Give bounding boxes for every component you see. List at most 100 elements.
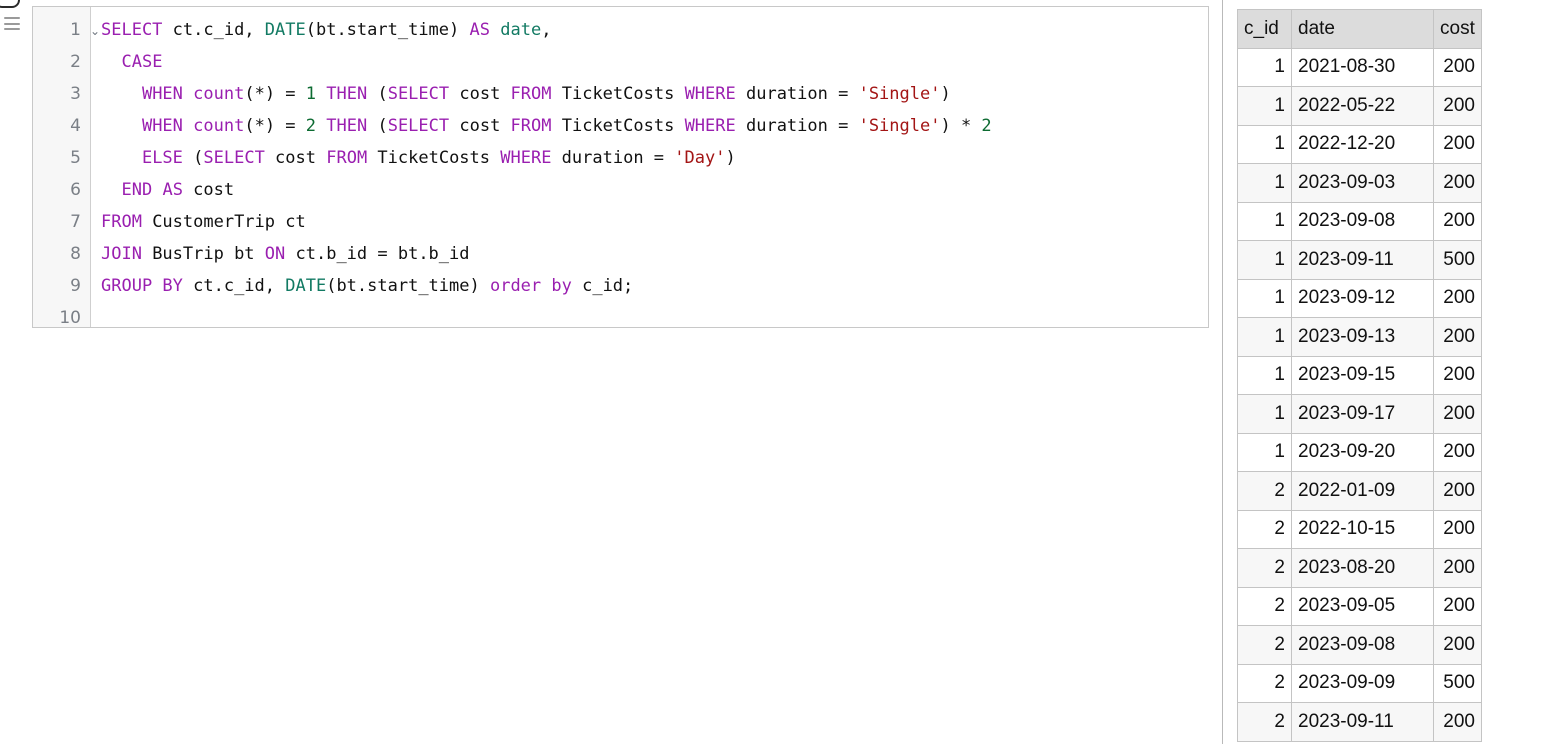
table-row[interactable]: 1 2023-09-08 200 [1237, 201, 1482, 241]
code-line-9[interactable]: GROUP BY ct.c_id, DATE(bt.start_time) or… [101, 270, 1208, 302]
cell-date[interactable]: 2023-09-11 [1291, 702, 1434, 742]
code-token: duration = [735, 84, 859, 104]
column-header-date[interactable]: date [1291, 9, 1434, 49]
cell-cost[interactable]: 200 [1433, 355, 1482, 395]
code-token: duration = [735, 116, 859, 136]
table-row[interactable]: 1 2023-09-17 200 [1237, 394, 1482, 434]
line-number-2: 2 [33, 46, 90, 78]
cell-date[interactable]: 2023-09-09 [1291, 663, 1434, 703]
cell-date[interactable]: 2023-09-17 [1291, 394, 1434, 434]
cell-date[interactable]: 2023-09-15 [1291, 355, 1434, 395]
cell-cost[interactable]: 200 [1433, 47, 1482, 87]
table-row[interactable]: 1 2023-09-12 200 [1237, 278, 1482, 318]
table-row[interactable]: 1 2022-12-20 200 [1237, 124, 1482, 164]
cell-cost[interactable]: 200 [1433, 86, 1482, 126]
column-header-cost[interactable]: cost [1433, 9, 1482, 49]
sql-editor-panel[interactable]: 1 ⌄ 2 3 4 5 6 7 8 9 10 SELECT ct.c_id, DATE(bt.sta… [32, 6, 1209, 328]
cell-c_id[interactable]: 1 [1237, 317, 1292, 357]
cell-c_id[interactable]: 2 [1237, 663, 1292, 703]
code-line-2[interactable]: CASE [101, 46, 1208, 78]
hamburger-icon[interactable] [4, 17, 20, 30]
table-row[interactable]: 1 2023-09-15 200 [1237, 355, 1482, 395]
cell-date[interactable]: 2022-05-22 [1291, 86, 1434, 126]
cell-c_id[interactable]: 2 [1237, 509, 1292, 549]
cell-date[interactable]: 2022-12-20 [1291, 124, 1434, 164]
cell-cost[interactable]: 200 [1433, 432, 1482, 472]
code-line-10[interactable] [101, 302, 1208, 327]
cell-c_id[interactable]: 1 [1237, 355, 1292, 395]
code-token: cost [264, 148, 327, 168]
table-row[interactable]: 2 2023-09-11 200 [1237, 702, 1482, 742]
cell-c_id[interactable]: 1 [1237, 240, 1292, 280]
panel-tab-icon[interactable] [0, 0, 20, 8]
table-row[interactable]: 1 2023-09-13 200 [1237, 317, 1482, 357]
code-line-5[interactable]: ELSE (SELECT cost FROM TicketCosts WHERE… [101, 142, 1208, 174]
code-line-7[interactable]: FROM CustomerTrip ct [101, 206, 1208, 238]
cell-cost[interactable]: 200 [1433, 278, 1482, 318]
cell-c_id[interactable]: 2 [1237, 548, 1292, 588]
cell-date[interactable]: 2023-09-12 [1291, 278, 1434, 318]
cell-cost[interactable]: 200 [1433, 702, 1482, 742]
cell-c_id[interactable]: 1 [1237, 47, 1292, 87]
cell-date[interactable]: 2023-09-11 [1291, 240, 1434, 280]
cell-c_id[interactable]: 1 [1237, 86, 1292, 126]
table-row[interactable]: 2 2023-08-20 200 [1237, 548, 1482, 588]
cell-c_id[interactable]: 1 [1237, 278, 1292, 318]
column-header-c_id[interactable]: c_id [1237, 9, 1292, 49]
query-results-panel[interactable]: c_id date cost 1 2021-08-30 200 1 2022-05-22 20… [1237, 9, 1563, 744]
cell-date[interactable]: 2023-09-05 [1291, 586, 1434, 626]
cell-cost[interactable]: 200 [1433, 201, 1482, 241]
cell-c_id[interactable]: 1 [1237, 124, 1292, 164]
cell-cost[interactable]: 500 [1433, 663, 1482, 703]
editor-code-area[interactable]: SELECT ct.c_id, DATE(bt.start_time) AS d… [91, 7, 1208, 327]
cell-c_id[interactable]: 2 [1237, 586, 1292, 626]
chevron-down-icon[interactable]: ⌄ [90, 14, 100, 46]
cell-cost[interactable]: 200 [1433, 163, 1482, 203]
code-line-8[interactable]: JOIN BusTrip bt ON ct.b_id = bt.b_id [101, 238, 1208, 270]
cell-cost[interactable]: 200 [1433, 548, 1482, 588]
code-token: (bt.start_time) [305, 20, 470, 40]
code-line-1[interactable]: SELECT ct.c_id, DATE(bt.start_time) AS d… [101, 14, 1208, 46]
table-row[interactable]: 1 2023-09-03 200 [1237, 163, 1482, 203]
cell-date[interactable]: 2023-09-13 [1291, 317, 1434, 357]
cell-date[interactable]: 2023-09-20 [1291, 432, 1434, 472]
cell-date[interactable]: 2022-10-15 [1291, 509, 1434, 549]
cell-c_id[interactable]: 2 [1237, 702, 1292, 742]
table-row[interactable]: 2 2023-09-05 200 [1237, 586, 1482, 626]
cell-cost[interactable]: 200 [1433, 509, 1482, 549]
cell-c_id[interactable]: 1 [1237, 432, 1292, 472]
cell-cost[interactable]: 200 [1433, 471, 1482, 511]
table-row[interactable]: 2 2023-09-09 500 [1237, 663, 1482, 703]
table-row[interactable]: 1 2023-09-11 500 [1237, 240, 1482, 280]
cell-date[interactable]: 2023-09-08 [1291, 625, 1434, 665]
code-line-3[interactable]: WHEN count(*) = 1 THEN (SELECT cost FROM… [101, 78, 1208, 110]
table-row[interactable]: 2 2023-09-08 200 [1237, 625, 1482, 665]
cell-c_id[interactable]: 1 [1237, 394, 1292, 434]
code-line-6[interactable]: END AS cost [101, 174, 1208, 206]
cell-c_id[interactable]: 1 [1237, 163, 1292, 203]
cell-cost[interactable]: 500 [1433, 240, 1482, 280]
code-line-4[interactable]: WHEN count(*) = 2 THEN (SELECT cost FROM… [101, 110, 1208, 142]
cell-c_id[interactable]: 2 [1237, 471, 1292, 511]
cell-cost[interactable]: 200 [1433, 625, 1482, 665]
table-row[interactable]: 2 2022-01-09 200 [1237, 471, 1482, 511]
cell-date[interactable]: 2021-08-30 [1291, 47, 1434, 87]
cell-c_id[interactable]: 2 [1237, 625, 1292, 665]
cell-date[interactable]: 2023-08-20 [1291, 548, 1434, 588]
cell-date[interactable]: 2023-09-03 [1291, 163, 1434, 203]
code-token: CASE [121, 52, 163, 72]
cell-cost[interactable]: 200 [1433, 586, 1482, 626]
panel-divider[interactable] [1222, 0, 1223, 744]
cell-date[interactable]: 2022-01-09 [1291, 471, 1434, 511]
cell-cost[interactable]: 200 [1433, 394, 1482, 434]
code-token: ct.b_id = bt.b_id [285, 244, 470, 264]
table-row[interactable]: 1 2023-09-20 200 [1237, 432, 1482, 472]
cell-cost[interactable]: 200 [1433, 317, 1482, 357]
cell-date[interactable]: 2023-09-08 [1291, 201, 1434, 241]
table-row[interactable]: 2 2022-10-15 200 [1237, 509, 1482, 549]
table-row[interactable]: 1 2022-05-22 200 [1237, 86, 1482, 126]
cell-c_id[interactable]: 1 [1237, 201, 1292, 241]
cell-cost[interactable]: 200 [1433, 124, 1482, 164]
table-row[interactable]: 1 2021-08-30 200 [1237, 47, 1482, 87]
